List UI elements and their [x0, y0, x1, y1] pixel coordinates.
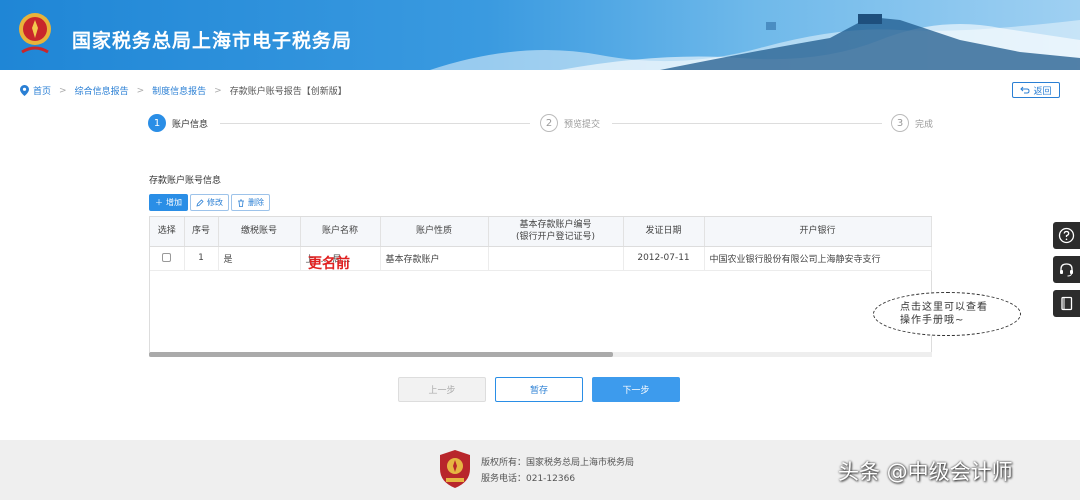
step-account-info: 1 账户信息	[148, 114, 208, 132]
col-basic-account-no-line1: 基本存款账户编号	[519, 220, 592, 231]
table-toolbar: ＋ 增加 修改 删除	[149, 194, 270, 211]
footer-info: 版权所有：国家税务总局上海市税务局 服务电话：021-12366	[481, 455, 634, 487]
tax-emblem-icon	[440, 450, 470, 488]
plus-icon: ＋	[155, 198, 163, 207]
manual-button[interactable]	[1053, 290, 1080, 317]
scrollbar-thumb[interactable]	[149, 352, 613, 357]
footer-phone: 服务电话：021-12366	[481, 474, 576, 484]
add-button[interactable]: ＋ 增加	[149, 194, 188, 211]
step-number: 3	[891, 114, 909, 132]
add-button-label: 增加	[166, 198, 182, 207]
edit-icon	[196, 198, 204, 207]
row-seq: 1	[184, 246, 219, 271]
annotation-before-rename: 更名前	[308, 256, 350, 272]
help-button[interactable]	[1053, 222, 1080, 249]
row-checkbox[interactable]	[162, 253, 172, 262]
back-button[interactable]: 返回	[1012, 82, 1060, 98]
breadcrumb-item[interactable]: 综合信息报告	[75, 84, 129, 97]
step-label: 账户信息	[172, 119, 209, 130]
breadcrumb-separator: >	[214, 85, 222, 96]
manual-hint-callout: 点击这里可以查看 操作手册哦~	[873, 292, 1021, 336]
site-title: 国家税务总局上海市电子税务局	[72, 30, 353, 52]
breadcrumb-current: 存款账户账号报告【创新版】	[229, 87, 347, 97]
breadcrumb-separator: >	[136, 85, 145, 96]
trash-icon	[238, 199, 244, 207]
step-connector	[612, 123, 882, 124]
col-seq: 序号	[184, 217, 219, 247]
breadcrumb-home[interactable]: 首页	[33, 84, 51, 97]
row-issue-date: 2012-07-11	[623, 246, 705, 271]
step-preview-submit: 2 预览提交	[540, 114, 600, 132]
footer-copyright: 版权所有：国家税务总局上海市税务局	[481, 458, 635, 468]
col-tax-account: 缴税账号	[218, 217, 301, 247]
back-button-label: 返回	[1033, 86, 1052, 97]
watermark: 头条 @中级会计师	[838, 460, 1013, 484]
table-horizontal-scrollbar[interactable]	[149, 352, 932, 357]
headset-icon	[1060, 263, 1073, 277]
step-label: 预览提交	[564, 119, 601, 130]
delete-button[interactable]: 删除	[231, 194, 270, 211]
breadcrumb: 首页 > 综合信息报告 > 制度信息报告 > 存款账户账号报告【创新版】	[20, 84, 347, 97]
manual-book-icon	[1061, 296, 1073, 311]
location-pin-icon	[20, 85, 29, 96]
col-account-nature: 账户性质	[380, 217, 489, 247]
callout-line1: 点击这里可以查看	[900, 302, 988, 313]
col-issue-date: 发证日期	[623, 217, 705, 247]
col-account-name: 账户名称	[300, 217, 381, 247]
save-draft-button[interactable]: 暂存	[495, 377, 583, 402]
tax-emblem-icon	[19, 13, 51, 54]
row-bank: 中国农业银行股份有限公司上海静安寺支行	[704, 246, 932, 271]
back-arrow-icon	[1020, 86, 1030, 94]
row-select-cell[interactable]	[150, 246, 185, 271]
edit-button-label: 修改	[207, 198, 223, 207]
customer-service-button[interactable]	[1053, 256, 1080, 283]
prev-step-button[interactable]: 上一步	[398, 377, 486, 402]
help-icon	[1058, 227, 1075, 244]
row-basic-account-no	[488, 246, 624, 271]
table-row[interactable]: 1 是 上……局… 基本存款账户 2012-07-11 中国农业银行股份有限公司…	[150, 246, 932, 271]
table-header-row: 选择 序号 缴税账号 账户名称 账户性质 基本存款账户编号 (银行开户登记证号)…	[150, 217, 932, 247]
col-bank: 开户银行	[704, 217, 932, 247]
col-select: 选择	[150, 217, 185, 247]
col-basic-account-no: 基本存款账户编号 (银行开户登记证号)	[488, 217, 624, 247]
breadcrumb-separator: >	[59, 85, 67, 96]
step-number: 1	[148, 114, 166, 132]
next-step-button[interactable]: 下一步	[592, 377, 680, 402]
account-table: 选择 序号 缴税账号 账户名称 账户性质 基本存款账户编号 (银行开户登记证号)…	[149, 216, 932, 357]
breadcrumb-item[interactable]: 制度信息报告	[152, 84, 206, 97]
row-account-nature: 基本存款账户	[380, 246, 489, 271]
callout-line2: 操作手册哦~	[900, 315, 965, 326]
step-complete: 3 完成	[891, 114, 933, 132]
step-label: 完成	[915, 119, 934, 130]
section-title: 存款账户账号信息	[149, 176, 222, 186]
col-basic-account-no-line2: (银行开户登记证号)	[515, 232, 596, 243]
step-connector	[220, 123, 530, 124]
site-header: 国家税务总局上海市电子税务局	[0, 0, 1080, 70]
edit-button[interactable]: 修改	[190, 194, 229, 211]
step-number: 2	[540, 114, 558, 132]
row-tax-account: 是	[218, 246, 301, 271]
delete-button-label: 删除	[248, 198, 264, 207]
